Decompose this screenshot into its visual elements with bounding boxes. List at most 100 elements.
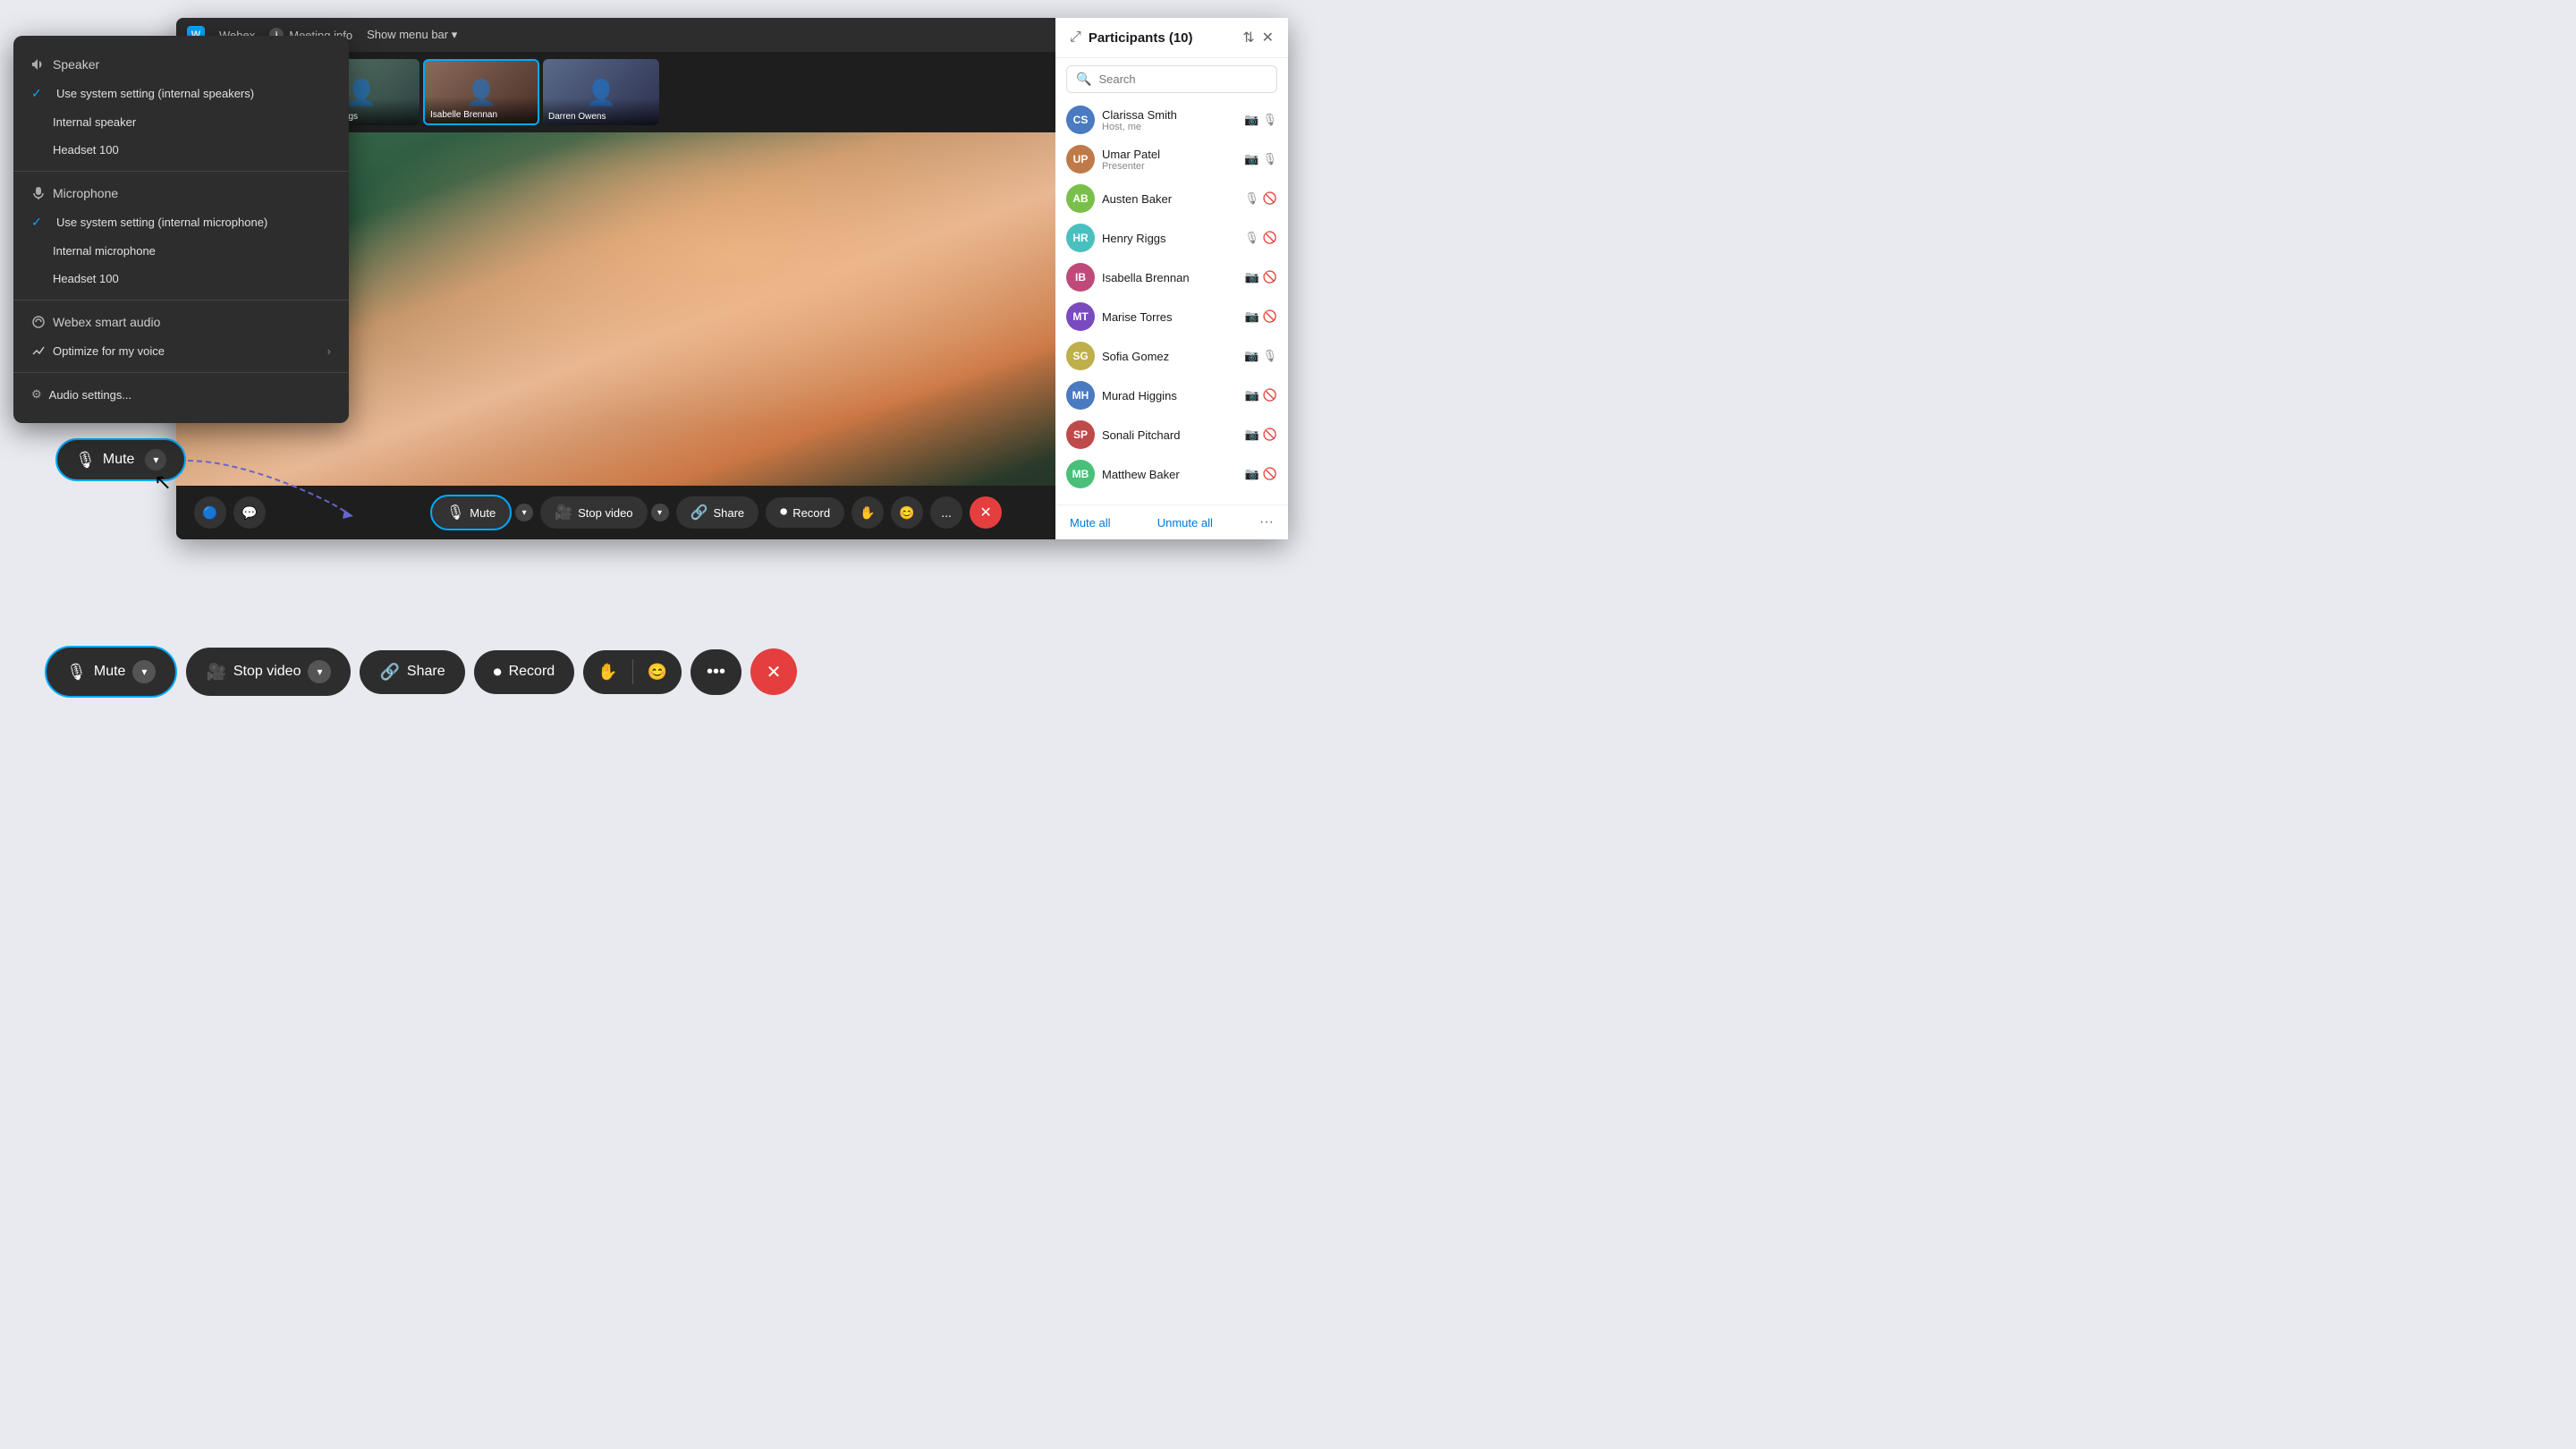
optimize-voice-label: Optimize for my voice xyxy=(53,344,165,358)
more-options-btn[interactable]: ... xyxy=(930,496,962,529)
chat-btn[interactable]: 💬 xyxy=(233,496,266,529)
internal-mic-item[interactable]: Internal microphone xyxy=(13,237,349,265)
webex-smart-audio-item[interactable]: Webex smart audio xyxy=(13,308,349,336)
mic-muted-icon: 🚫 xyxy=(1263,467,1277,481)
use-system-speaker-item[interactable]: ✓ Use system setting (internal speakers) xyxy=(13,79,349,108)
panel-expand-btn[interactable]: ⤢ xyxy=(1070,30,1081,46)
mic-muted-icon: 🚫 xyxy=(1263,428,1277,442)
participant-icons: 📷 🚫 xyxy=(1245,309,1277,324)
participant-icons: 🎙 🚫 xyxy=(1244,191,1277,206)
chevron-down-icon: ▾ xyxy=(452,28,458,41)
avatar: MT xyxy=(1066,302,1095,331)
audio-settings-item[interactable]: ⚙ Audio settings... xyxy=(13,380,349,409)
end-call-button-bottom[interactable]: ✕ xyxy=(750,648,797,695)
participant-icons: 📷 🚫 xyxy=(1245,270,1277,284)
participant-row: AB Austen Baker 🎙 🚫 xyxy=(1055,179,1288,218)
microphone-label: Microphone xyxy=(53,186,118,200)
participant-info: Umar Patel Presenter xyxy=(1102,148,1237,172)
share-button-bottom[interactable]: 🔗 Share xyxy=(360,650,464,694)
stop-video-button-bottom[interactable]: 🎥 Stop video ▾ xyxy=(186,648,351,696)
mute-all-button[interactable]: Mute all xyxy=(1070,516,1111,530)
participant-info: Marise Torres xyxy=(1102,310,1238,324)
video-chevron-bottom[interactable]: ▾ xyxy=(308,660,331,683)
thumbnail-name-darren: Darren Owens xyxy=(548,112,606,122)
avatar: HR xyxy=(1066,224,1095,252)
thumbnail-darren[interactable]: 👤 Darren Owens xyxy=(543,59,659,125)
mic-off-icon: 🎙 xyxy=(1244,231,1259,245)
menu-divider xyxy=(13,171,349,172)
thumbnail-isabelle[interactable]: 👤 Isabelle Brennan xyxy=(423,59,539,125)
raise-hand-btn[interactable]: ✋ xyxy=(852,496,884,529)
participant-row: CS Clarissa Smith Host, me 📷 🎙 xyxy=(1055,100,1288,140)
mute-chevron-bottom[interactable]: ▾ xyxy=(132,660,156,683)
search-icon: 🔍 xyxy=(1076,72,1091,87)
share-button[interactable]: 🔗 Share xyxy=(676,496,759,529)
show-menu-label: Show menu bar xyxy=(367,28,448,41)
mute-button-bottom[interactable]: 🎙 Mute ▾ xyxy=(45,646,177,698)
close-panel-btn[interactable]: ✕ xyxy=(1262,29,1274,47)
participant-info: Sonali Pitchard xyxy=(1102,428,1238,442)
thumbnail-name-isabelle: Isabelle Brennan xyxy=(430,110,497,120)
mute-chevron-large[interactable]: ▾ xyxy=(145,449,166,470)
more-options-bottom[interactable]: ••• xyxy=(691,649,741,695)
participant-row: SP Sonali Pitchard 📷 🚫 xyxy=(1055,415,1288,454)
raise-hand-button-bottom[interactable]: ✋ xyxy=(583,650,631,694)
participant-row: IB Isabella Brennan 📷 🚫 xyxy=(1055,258,1288,297)
avatar: MH xyxy=(1066,381,1095,410)
use-system-mic-item[interactable]: ✓ Use system setting (internal microphon… xyxy=(13,208,349,237)
participant-name: Sonali Pitchard xyxy=(1102,428,1238,442)
optimize-voice-item[interactable]: Optimize for my voice › xyxy=(13,336,349,365)
more-icon-bottom: ••• xyxy=(707,662,725,682)
record-button[interactable]: ⏺ Record xyxy=(766,497,844,528)
microphone-icon-bottom: 🎙 xyxy=(66,663,87,682)
participant-row: MB Matthew Baker 📷 🚫 xyxy=(1055,454,1288,494)
mic-muted-icon: 🚫 xyxy=(1263,231,1277,245)
record-button-bottom[interactable]: ⏺ Record xyxy=(474,650,575,694)
panel-header: ⤢ Participants (10) ⇅ ✕ xyxy=(1055,18,1288,58)
mic-muted-icon: 🚫 xyxy=(1263,309,1277,324)
avatar: SP xyxy=(1066,420,1095,449)
record-icon: ⏺ xyxy=(780,504,787,521)
avatar: IB xyxy=(1066,263,1095,292)
video-off-icon: 📷 xyxy=(1244,349,1258,363)
video-status-icon: 📷 xyxy=(1244,113,1258,127)
mute-chevron-btn[interactable]: ▾ xyxy=(515,504,533,521)
mic-status-icon: 🎙 xyxy=(1262,113,1277,127)
participants-search-input[interactable] xyxy=(1098,72,1267,86)
mic-muted-icon: 🚫 xyxy=(1263,388,1277,402)
video-off-icon: 📷 xyxy=(1245,309,1259,324)
internal-speaker-item[interactable]: Internal speaker xyxy=(13,108,349,136)
participant-row: MH Murad Higgins 📷 🚫 xyxy=(1055,376,1288,415)
sort-btn[interactable]: ⇅ xyxy=(1242,29,1254,47)
end-call-button[interactable]: ✕ xyxy=(970,496,1002,529)
participant-info: Sofia Gomez xyxy=(1102,350,1237,363)
reactions-btn[interactable]: 🔵 xyxy=(194,496,226,529)
unmute-all-button[interactable]: Unmute all xyxy=(1157,516,1213,530)
avatar: UP xyxy=(1066,145,1095,174)
participant-name: Henry Riggs xyxy=(1102,232,1237,245)
more-options-panel-btn[interactable]: ··· xyxy=(1259,514,1274,530)
video-chevron-btn[interactable]: ▾ xyxy=(651,504,669,521)
participant-name: Murad Higgins xyxy=(1102,389,1238,402)
emoji-button-bottom[interactable]: 😊 xyxy=(633,650,682,694)
show-menu-btn[interactable]: Show menu bar ▾ xyxy=(367,28,457,42)
reactions-btn2[interactable]: 😊 xyxy=(891,496,923,529)
participant-info: Henry Riggs xyxy=(1102,232,1237,245)
speaker-section-header: Speaker xyxy=(13,50,349,79)
mute-button[interactable]: 🎙 Mute xyxy=(430,495,512,530)
participant-info: Matthew Baker xyxy=(1102,468,1238,481)
internal-mic-label: Internal microphone xyxy=(53,244,156,258)
audio-dropdown-menu: Speaker ✓ Use system setting (internal s… xyxy=(13,36,349,423)
stop-video-button[interactable]: 🎥 Stop video xyxy=(540,496,647,529)
participant-row: MT Marise Torres 📷 🚫 xyxy=(1055,297,1288,336)
participant-name: Matthew Baker xyxy=(1102,468,1238,481)
headset-mic-item[interactable]: Headset 100 xyxy=(13,265,349,292)
avatar: SG xyxy=(1066,342,1095,370)
participant-info: Isabella Brennan xyxy=(1102,271,1238,284)
microphone-section-header: Microphone xyxy=(13,179,349,208)
headset-speaker-item[interactable]: Headset 100 xyxy=(13,136,349,164)
avatar: AB xyxy=(1066,184,1095,213)
video-off-icon: 📷 xyxy=(1245,428,1259,442)
mute-button-large[interactable]: 🎙 Mute ▾ xyxy=(55,438,186,481)
reaction-group: ✋ 😊 xyxy=(583,650,682,694)
